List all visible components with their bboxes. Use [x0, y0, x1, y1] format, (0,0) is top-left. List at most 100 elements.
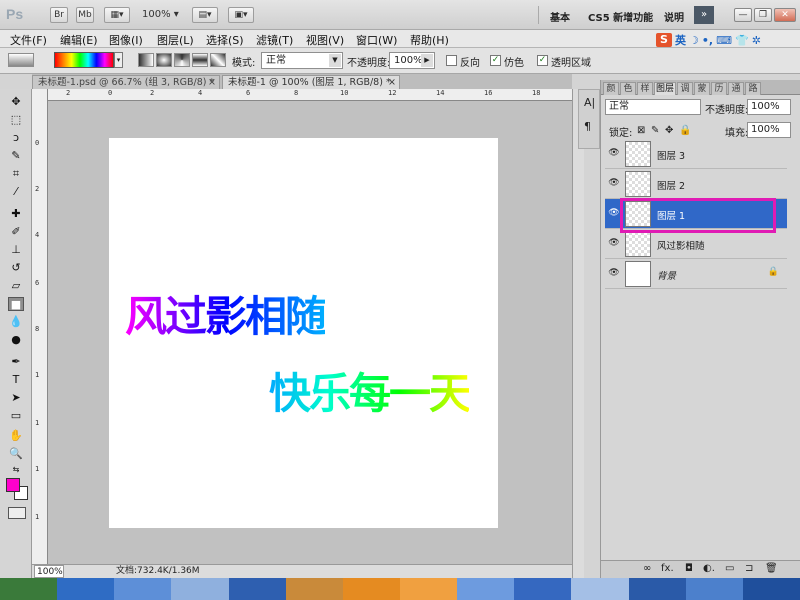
status-zoom-input[interactable]: 100%	[34, 565, 64, 578]
ime-comma-icon[interactable]: •,	[702, 34, 713, 47]
gradient-picker-arrow[interactable]: ▾	[114, 52, 123, 68]
angle-gradient-icon[interactable]	[174, 53, 190, 67]
paragraph-panel-icon[interactable]: ¶	[584, 120, 591, 133]
adjustment-layer-icon[interactable]: ◐.	[703, 563, 715, 574]
pen-tool-icon[interactable]: ✒	[8, 355, 24, 369]
tab-masks[interactable]: 蒙	[694, 82, 710, 95]
layer-mask-icon[interactable]: ◘	[685, 563, 693, 574]
menu-view[interactable]: 视图(V)	[306, 32, 344, 48]
path-selection-tool-icon[interactable]: ➤	[8, 391, 24, 405]
menu-layer[interactable]: 图层(L)	[157, 32, 194, 48]
tab-adjustments[interactable]: 调	[677, 82, 693, 95]
tab-layers[interactable]: 图层	[654, 82, 676, 95]
slider-arrow-icon[interactable]: ▶	[421, 54, 433, 67]
clone-stamp-tool-icon[interactable]: ⊥	[8, 243, 24, 257]
link-layers-icon[interactable]: ∞	[643, 563, 651, 574]
swap-colors-icon[interactable]: ⇆	[8, 463, 24, 477]
tab-color[interactable]: 颜	[603, 82, 619, 95]
document-size-info[interactable]: 文档:732.4K/1.36M	[116, 565, 200, 578]
ime-keyboard-icon[interactable]: ⌨	[716, 34, 732, 47]
hand-tool-icon[interactable]: ✋	[8, 429, 24, 443]
layer-row[interactable]: 👁 图层 2	[605, 169, 787, 199]
tab-document-1[interactable]: 未标题-1.psd @ 66.7% (组 3, RGB/8) * ×	[32, 75, 220, 89]
lasso-tool-icon[interactable]: ↄ	[8, 131, 24, 145]
minibridge-button[interactable]: Mb	[76, 7, 94, 23]
visibility-eye-icon[interactable]: 👁	[608, 207, 620, 219]
quick-mask-icon[interactable]	[8, 507, 26, 519]
zoom-level-select[interactable]: 100% ▾	[142, 9, 179, 20]
dodge-tool-icon[interactable]: ●	[8, 333, 24, 347]
layer-opacity-input[interactable]: 100%	[747, 99, 791, 115]
workspace-cs5-new[interactable]: CS5 新增功能	[588, 9, 653, 24]
visibility-eye-icon[interactable]: 👁	[608, 237, 620, 249]
marquee-tool-icon[interactable]: ⬚	[8, 113, 24, 127]
vertical-scrollbar[interactable]	[572, 89, 584, 578]
dither-checkbox[interactable]: ✓	[490, 55, 501, 66]
brush-tool-icon[interactable]: ✐	[8, 225, 24, 239]
blend-mode-select[interactable]: 正常	[605, 99, 701, 115]
restore-button[interactable]: ❐	[754, 8, 772, 22]
layer-row-selected[interactable]: 👁 图层 1	[605, 199, 787, 229]
vertical-ruler[interactable]: 0 2 4 6 8 1 1 1 1	[32, 89, 48, 564]
document-canvas[interactable]: 风过影相随 快乐每一天	[109, 138, 498, 528]
new-layer-icon[interactable]: ⊐	[745, 563, 753, 574]
tab-channels[interactable]: 通	[728, 82, 744, 95]
visibility-eye-icon[interactable]: 👁	[608, 177, 620, 189]
close-button[interactable]: ✕	[774, 8, 796, 22]
layer-row[interactable]: 👁 背景 🔒	[605, 259, 787, 289]
layer-row[interactable]: 👁 风过影相随	[605, 229, 787, 259]
fill-input[interactable]: 100%	[747, 122, 791, 138]
lock-all-icon[interactable]: 🔒	[679, 125, 691, 136]
screen-mode-button[interactable]: ▣▾	[228, 7, 254, 23]
mode-select[interactable]: 正常 ▼	[261, 52, 343, 69]
menu-select[interactable]: 选择(S)	[206, 32, 244, 48]
menu-file[interactable]: 文件(F)	[10, 32, 47, 48]
healing-brush-tool-icon[interactable]: ✚	[8, 207, 24, 221]
menu-help[interactable]: 帮助(H)	[410, 32, 449, 48]
workspace-help[interactable]: 说明	[664, 9, 684, 24]
tab-swatches[interactable]: 色	[620, 82, 636, 95]
character-panel-icon[interactable]: A|	[584, 96, 595, 109]
ime-tools-icon[interactable]: ✲	[752, 34, 761, 47]
lock-transparency-icon[interactable]: ⊠	[637, 125, 645, 136]
close-tab-icon[interactable]: ×	[388, 76, 396, 89]
eyedropper-tool-icon[interactable]: ⁄	[8, 185, 24, 199]
visibility-eye-icon[interactable]: 👁	[608, 267, 620, 279]
tab-history[interactable]: 历	[711, 82, 727, 95]
horizontal-ruler[interactable]: 2 0 2 4 6 8 10 12 14 16 18	[48, 89, 572, 101]
menu-image[interactable]: 图像(I)	[109, 32, 143, 48]
view-extras-button[interactable]: ▦▾	[104, 7, 130, 23]
eraser-tool-icon[interactable]: ▱	[8, 279, 24, 293]
transparency-checkbox[interactable]: ✓	[537, 55, 548, 66]
close-tab-icon[interactable]: ×	[208, 76, 216, 89]
linear-gradient-icon[interactable]	[138, 53, 154, 67]
opacity-input[interactable]: 100% ▶	[389, 52, 435, 69]
gradient-preview-swatch[interactable]	[54, 52, 114, 68]
blur-tool-icon[interactable]: 💧	[8, 315, 24, 329]
tab-styles[interactable]: 样	[637, 82, 653, 95]
zoom-tool-icon[interactable]: 🔍	[8, 447, 24, 461]
ime-punctuation-icon[interactable]: ☽	[689, 34, 699, 47]
ime-skin-icon[interactable]: 👕	[735, 34, 749, 47]
arrange-documents-button[interactable]: ▤▾	[192, 7, 218, 23]
layer-style-icon[interactable]: fx.	[661, 563, 674, 574]
layer-row[interactable]: 👁 图层 3	[605, 139, 787, 169]
new-group-icon[interactable]: ▭	[725, 563, 734, 574]
diamond-gradient-icon[interactable]	[210, 53, 226, 67]
gradient-tool-icon[interactable]: ■	[8, 297, 24, 311]
canvas-text-line-1[interactable]: 风过影相随	[125, 283, 327, 344]
radial-gradient-icon[interactable]	[156, 53, 172, 67]
tab-document-2[interactable]: 未标题-1 @ 100% (图层 1, RGB/8) * ×	[222, 75, 400, 89]
bridge-button[interactable]: Br	[50, 7, 68, 23]
shape-tool-icon[interactable]: ▭	[8, 409, 24, 423]
menu-filter[interactable]: 滤镜(T)	[256, 32, 293, 48]
trash-icon[interactable]: 🗑	[765, 563, 778, 574]
history-brush-tool-icon[interactable]: ↺	[8, 261, 24, 275]
workspace-essentials[interactable]: 基本	[550, 9, 570, 24]
minimize-button[interactable]: —	[734, 8, 752, 22]
canvas-text-line-2[interactable]: 快乐每一天	[269, 360, 471, 421]
tool-preset-picker[interactable]	[8, 53, 34, 67]
lock-pixels-icon[interactable]: ✎	[651, 125, 659, 136]
lock-position-icon[interactable]: ✥	[665, 125, 673, 136]
reflected-gradient-icon[interactable]	[192, 53, 208, 67]
